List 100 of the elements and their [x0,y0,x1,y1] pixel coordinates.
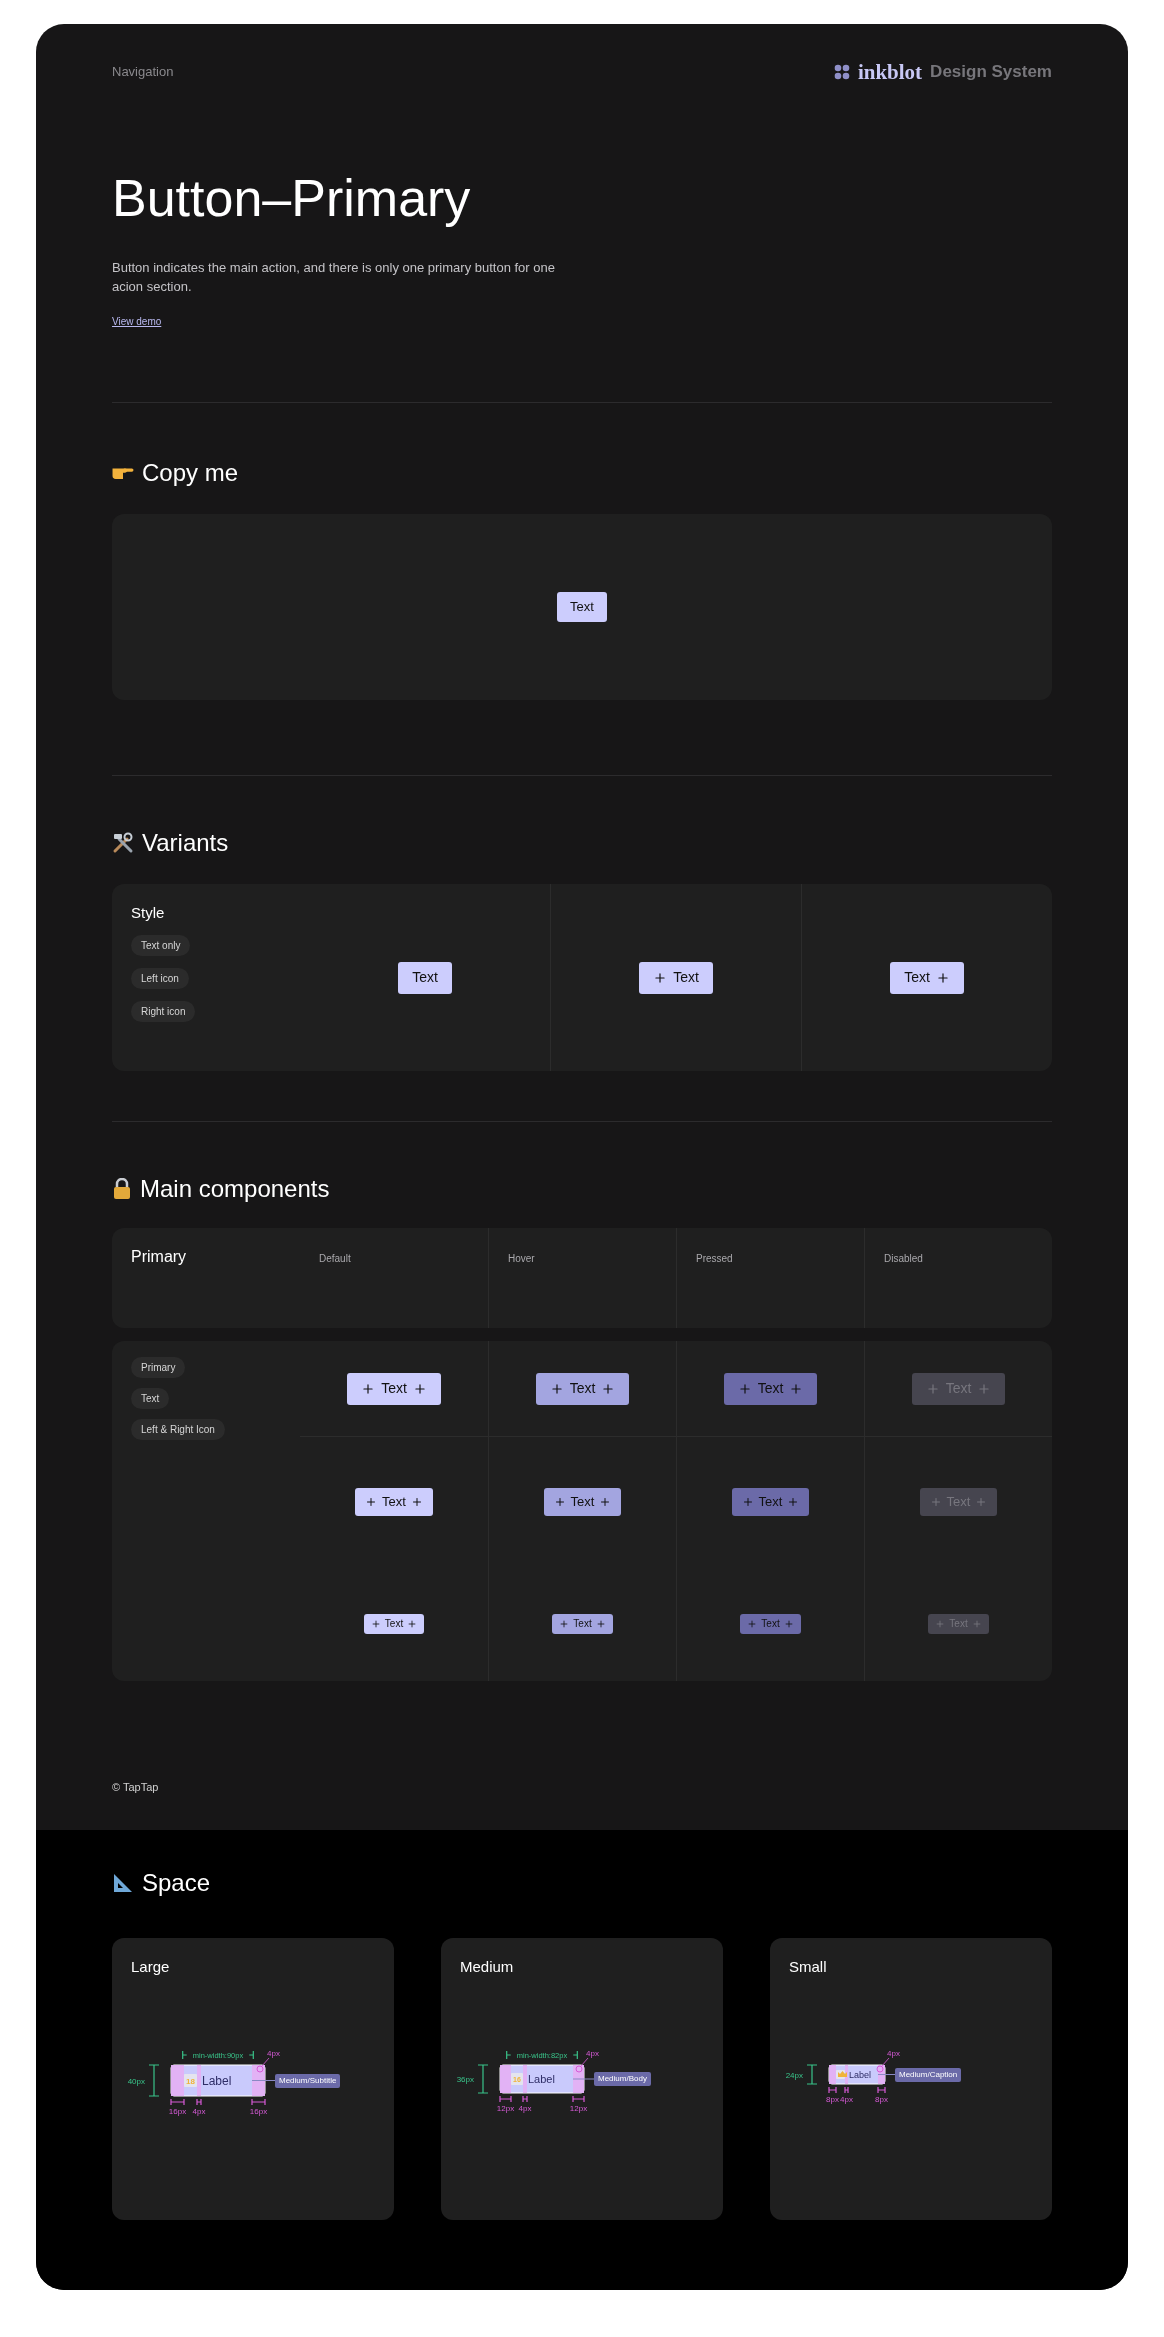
plus-icon [929,1495,942,1508]
token-tag: Medium/Body [594,2072,651,2086]
plus-icon [595,1618,606,1629]
padding-marker [828,2086,886,2094]
dimension-label: 4px [840,2095,853,2104]
style-tag: Text [131,1388,170,1409]
plus-icon [741,1495,754,1508]
width-bracket [248,2050,254,2060]
dimension-label: 8px [826,2095,839,2104]
radius-label: 4px [267,2049,280,2058]
primary-button[interactable]: Text [552,1613,613,1634]
crown-icon [838,2071,847,2077]
plus-icon [977,1381,992,1396]
plus-icon [787,1495,800,1508]
radius-label: 4px [887,2049,900,2058]
height-marker [148,2064,160,2097]
dimension-label: 8px [875,2095,888,2104]
primary-button[interactable]: Text [347,1372,441,1405]
style-tag: Right icon [131,1000,196,1022]
style-tag: Primary [131,1357,186,1378]
plus-icon [925,1381,940,1396]
plus-icon [747,1618,758,1629]
card-title: Style [131,903,166,923]
dimension-label: 4px [192,2107,206,2116]
dimension-label: 24px [785,2070,803,2080]
plus-icon [410,1495,423,1508]
radius-label: 4px [586,2049,599,2058]
primary-button[interactable]: Text [740,1613,801,1634]
width-bracket [182,2050,188,2060]
button-label: Label [202,2073,232,2088]
primary-button[interactable]: Text [355,1487,433,1516]
plus-icon [789,1381,804,1396]
dimension-label: 40px [127,2076,145,2086]
dimension-label: 36px [456,2075,474,2084]
primary-button[interactable]: Text [639,961,713,994]
leader-line [572,2078,595,2080]
plus-icon [653,970,668,985]
plus-icon [407,1618,418,1629]
section-heading: Space [142,1867,211,1898]
logo-text: inkblot [857,61,923,83]
primary-button[interactable]: Text [890,961,964,994]
primary-button[interactable]: Text [723,1372,818,1405]
primary-button[interactable]: Text [363,1613,425,1634]
dimension-label: 4px [518,2104,532,2113]
token-tag: Medium/Caption [895,2067,962,2082]
section-heading: Main components [140,1174,330,1204]
triangle-ruler-icon [112,1871,134,1894]
plus-icon [971,1618,982,1629]
card-title: Primary [131,1248,187,1265]
width-bracket [572,2050,578,2060]
plus-icon [370,1618,381,1629]
copyright-text: © TapTap [112,1780,160,1795]
button-label: Label [528,2072,555,2085]
plus-icon [737,1381,752,1396]
style-tag: Text only [131,934,191,956]
logo-icon [833,64,850,80]
section-heading: Variants [142,828,229,858]
leader-line [877,2074,896,2075]
plus-icon [783,1618,794,1629]
plus-icon [935,1618,946,1629]
navigation-link[interactable]: Navigation [112,62,174,82]
state-label: Default [319,1253,351,1264]
primary-button[interactable]: Text [731,1487,810,1516]
radius-marker [876,2057,890,2073]
card-title: Small [789,1956,828,1977]
plus-icon [553,1495,566,1508]
height-marker [806,2064,818,2085]
page-description: Button indicates the main action, and there is only one primary button for one acion section. [112,259,556,296]
primary-button[interactable]: Text [535,1372,630,1405]
plus-icon [599,1495,612,1508]
plus-icon [601,1381,616,1396]
tools-icon [112,832,134,854]
radius-marker [575,2057,589,2073]
plus-icon [365,1495,378,1508]
dimension-label: 16px [249,2107,268,2116]
section-heading: Copy me [142,458,239,488]
leader-line [251,2080,276,2081]
dimension-label: 12px [569,2104,588,2113]
dimension-label: 12px [496,2104,515,2113]
button-label: Label [849,2069,872,2080]
plus-icon [549,1381,564,1396]
state-label: Hover [508,1253,535,1264]
plus-icon [412,1381,427,1396]
width-bracket [506,2050,512,2060]
page-title: Button–Primary [112,168,472,228]
state-label: Pressed [696,1253,733,1264]
card-title: Medium [460,1956,515,1977]
brand-suffix: Design System [930,61,1052,84]
plus-icon [935,970,950,985]
radius-marker [256,2057,270,2073]
token-tag: Medium/Subtitle [275,2073,341,2088]
plus-icon [559,1618,570,1629]
lock-icon [112,1178,132,1200]
button-drawing [828,2064,886,2085]
primary-button[interactable]: Text [543,1487,622,1516]
primary-button[interactable]: Text [398,961,452,994]
style-tag: Left icon [131,967,189,989]
plus-icon [361,1381,376,1396]
view-demo-link[interactable]: View demo [112,314,162,329]
primary-button[interactable]: Text [557,592,607,622]
